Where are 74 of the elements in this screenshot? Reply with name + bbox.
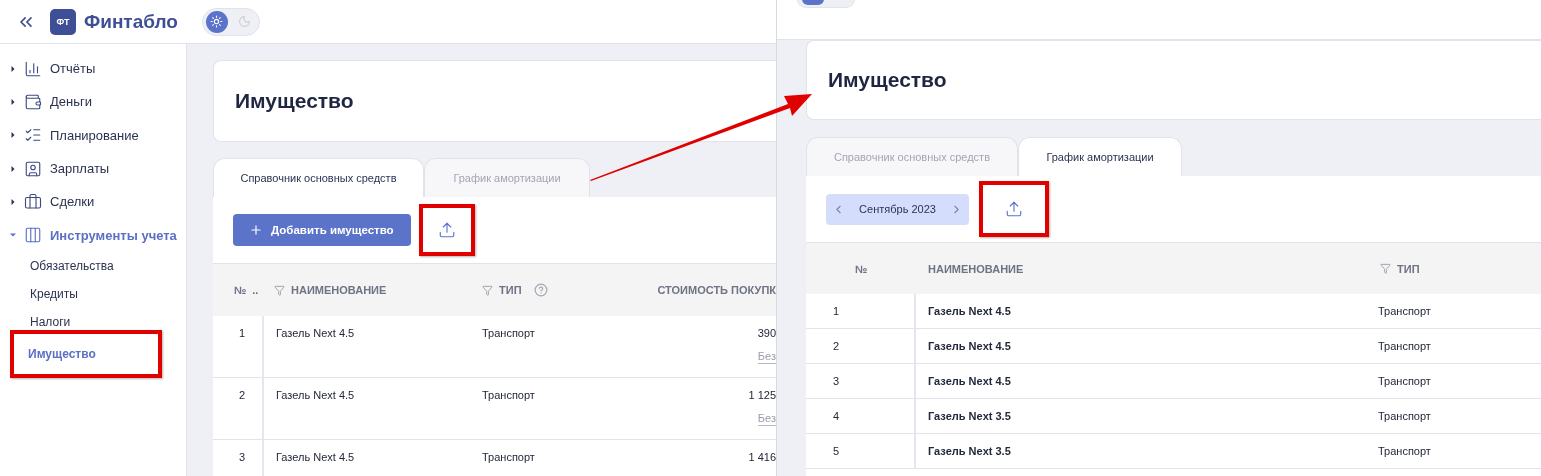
table-cell: Транспорт: [482, 451, 535, 463]
caret-icon: [10, 232, 16, 239]
caret-icon: [10, 132, 16, 139]
sidebar-subitem[interactable]: Кредиты: [10, 279, 186, 308]
filter-icon[interactable]: [482, 284, 493, 296]
caret-icon: [10, 65, 16, 72]
caret-icon: [10, 165, 16, 172]
table-cell: Газель Next 4.5: [276, 389, 355, 401]
sidebar-item[interactable]: Зарплаты: [10, 151, 186, 186]
table-cell: 3: [239, 451, 246, 463]
sun-icon: [210, 15, 224, 28]
theme-toggle[interactable]: [201, 7, 260, 36]
tab[interactable]: График амортизации: [1018, 137, 1182, 176]
table-cell: Транспорт: [1378, 445, 1431, 457]
sidebar-subitem[interactable]: Имущество: [28, 346, 96, 361]
add-property-button[interactable]: Добавить имущество: [233, 214, 411, 246]
table-cell: 1: [833, 305, 840, 317]
table-cell: 2: [239, 389, 246, 401]
plus-icon: [249, 223, 263, 237]
logo: ФТ: [50, 8, 76, 35]
table-cell: Газель Next 3.5: [928, 410, 1011, 422]
table-cell: 3: [833, 375, 840, 387]
briefcase-icon: [24, 192, 42, 211]
table-cell: 1 416: [748, 451, 776, 463]
filter-icon[interactable]: [274, 284, 285, 296]
table-cell: Транспорт: [482, 327, 535, 339]
column-header: №: [855, 262, 868, 275]
theme-toggle[interactable]: [797, 0, 855, 8]
chart-icon: [24, 59, 42, 78]
table-cell: Газель Next 4.5: [928, 305, 1011, 317]
column-header: №: [234, 284, 247, 296]
person-icon: [24, 159, 42, 178]
sidebar-item[interactable]: Планирование: [10, 118, 186, 152]
table-cell: 390: [757, 327, 776, 339]
caret-icon: [10, 98, 16, 105]
column-header: НАИМЕНОВАНИЕ: [291, 284, 387, 296]
column-header: ТИП: [1397, 262, 1420, 275]
month-picker[interactable]: Сентябрь 2023: [826, 193, 969, 225]
table-cell: Газель Next 4.5: [928, 375, 1011, 387]
sidebar-item[interactable]: Сделки: [10, 185, 186, 219]
column-header: НАИМЕНОВАНИЕ: [928, 262, 1024, 275]
tab[interactable]: Справочник основных средств: [213, 158, 424, 197]
table-cell: 1 125: [748, 389, 776, 401]
table-cell: 1: [239, 327, 246, 339]
table-cell: Газель Next 3.5: [928, 445, 1011, 457]
filter-icon[interactable]: [1380, 263, 1391, 274]
table-cell: Газель Next 4.5: [276, 451, 355, 463]
column-header: СТОИМОСТЬ ПОКУПК: [657, 284, 776, 296]
theme-option[interactable]: [205, 10, 228, 33]
table-cell: 2: [833, 340, 840, 352]
table-cell: Транспорт: [1378, 305, 1431, 317]
brand-name: Финтабло: [84, 10, 178, 33]
page-title: Имущество: [235, 89, 354, 113]
column-header: ТИП: [499, 284, 522, 296]
table-cell: Транспорт: [482, 389, 535, 401]
table-cell: 5: [833, 445, 840, 457]
table-cell: Транспорт: [1378, 375, 1431, 387]
table-cell: Газель Next 4.5: [928, 340, 1011, 352]
sidebar-item[interactable]: Отчёты: [10, 52, 186, 86]
table-cell: 4: [833, 410, 840, 422]
sidebar-item[interactable]: Инструменты учета: [10, 218, 186, 252]
sidebar-subitem[interactable]: Обязательства: [10, 251, 186, 280]
sidebar-subitem[interactable]: Налоги: [10, 307, 186, 336]
table-icon: [24, 226, 42, 245]
help-icon[interactable]: [533, 283, 548, 297]
wallet-icon: [24, 92, 42, 111]
sidebar-item[interactable]: Деньги: [10, 85, 186, 119]
page-title: Имущество: [828, 68, 947, 92]
moon-icon: [238, 15, 252, 28]
column-header: ..: [252, 284, 259, 296]
caret-icon: [10, 198, 16, 205]
table-cell: Газель Next 4.5: [276, 327, 355, 339]
table-cell: Транспорт: [1378, 340, 1431, 352]
table-cell: Транспорт: [1378, 410, 1431, 422]
